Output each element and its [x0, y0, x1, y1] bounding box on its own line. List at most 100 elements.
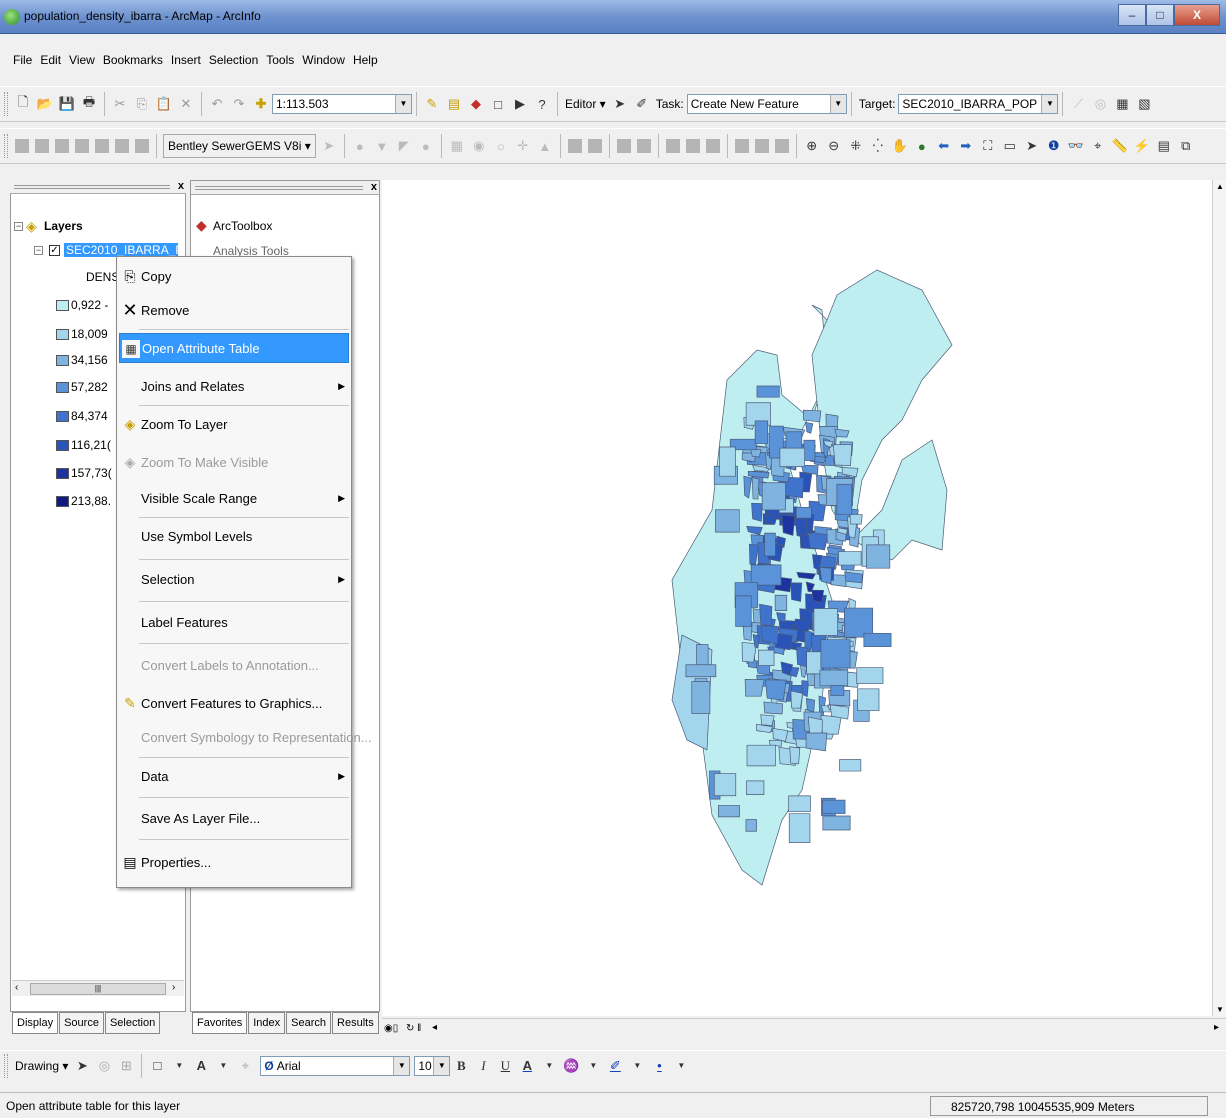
ctx-use-symbol-levels[interactable]: Use Symbol Levels [119, 521, 349, 551]
tab-selection[interactable]: Selection [104, 1012, 161, 1034]
rotate-tool-icon[interactable]: ◎ [1091, 95, 1109, 113]
font-size-dropdown[interactable]: 10 ▼ [414, 1055, 451, 1076]
map-scale-dropdown[interactable]: 1:113.503 ▼ [272, 94, 412, 114]
rotate-icon[interactable]: ◎ [95, 1057, 113, 1075]
forward-extent-icon[interactable]: ➡ [957, 137, 975, 155]
manhole-tool-icon[interactable]: ◉ [470, 137, 488, 155]
sewer-tool-icon[interactable] [115, 139, 129, 153]
sewer-tool-icon[interactable] [135, 139, 149, 153]
menu-tools[interactable]: Tools [263, 53, 297, 67]
grid-tool-icon[interactable]: ▦ [448, 137, 466, 155]
triangle-tool-icon[interactable]: ▲ [536, 137, 554, 155]
layers-collapse-toggle[interactable]: − [14, 222, 23, 231]
toc-horizontal-scrollbar[interactable]: ‹ ||| › [12, 980, 184, 996]
sewer-tool-icon[interactable] [774, 139, 789, 153]
scroll-right-icon[interactable]: › [172, 982, 175, 993]
create-viewer-window-icon[interactable]: ⧉ [1177, 137, 1195, 155]
tab-source[interactable]: Source [59, 1012, 104, 1034]
copy-icon[interactable]: ⎘ [133, 95, 151, 113]
ctx-copy[interactable]: ⎘ Copy [119, 261, 349, 291]
whats-this-icon[interactable]: ? [533, 95, 551, 113]
fixed-zoom-out-icon[interactable]: ⁛ [869, 137, 887, 155]
identify-icon[interactable]: ❶ [1045, 137, 1063, 155]
delete-icon[interactable]: ✕ [177, 95, 195, 113]
underline-button[interactable]: U [496, 1057, 514, 1075]
menu-selection[interactable]: Selection [206, 53, 261, 67]
html-popup-icon[interactable]: ▤ [1155, 137, 1173, 155]
ctx-zoom-to-make-visible[interactable]: ◈ Zoom To Make Visible [119, 447, 349, 477]
toolbar-grip[interactable] [4, 92, 8, 116]
back-extent-icon[interactable]: ⬅ [935, 137, 953, 155]
menu-insert[interactable]: Insert [168, 53, 204, 67]
ctx-zoom-to-layer[interactable]: ◈ Zoom To Layer [119, 409, 349, 439]
tab-results[interactable]: Results [332, 1012, 379, 1034]
junction-tool-icon[interactable]: ● [417, 137, 435, 155]
chevron-down-icon[interactable]: ▼ [584, 1057, 602, 1075]
arccatalog-icon[interactable]: ▤ [445, 95, 463, 113]
chevron-down-icon[interactable]: ▼ [170, 1057, 188, 1075]
ctx-remove[interactable]: ✕ Remove [119, 295, 349, 325]
ctx-convert-labels[interactable]: Convert Labels to Annotation... [119, 650, 349, 680]
sewer-tool-icon[interactable] [75, 139, 89, 153]
sewer-tool-icon[interactable] [616, 139, 631, 153]
refresh-icon[interactable]: ↻ ‖ [406, 1023, 421, 1034]
tab-display[interactable]: Display [12, 1012, 59, 1034]
menu-view[interactable]: View [66, 53, 98, 67]
new-document-icon[interactable]: 🗋 [14, 94, 32, 113]
text-tool-icon[interactable]: A [192, 1057, 210, 1075]
sewer-tool-icon[interactable] [685, 139, 700, 153]
marker-color-icon[interactable]: • [650, 1057, 668, 1075]
open-folder-icon[interactable]: 📂 [36, 95, 54, 113]
font-color-button[interactable]: A [518, 1057, 536, 1075]
ctx-open-attribute-table[interactable]: ▦ Open Attribute Table [119, 333, 349, 363]
sewer-tool-icon[interactable] [705, 139, 720, 153]
tab-index[interactable]: Index [248, 1012, 286, 1034]
map-display[interactable] [382, 180, 1212, 1016]
sewergems-menu[interactable]: Bentley SewerGEMS V8i ▾ [163, 134, 316, 158]
ctx-properties[interactable]: ▤ Properties... [119, 847, 349, 877]
toc-close-icon[interactable]: x [178, 180, 184, 192]
tab-favorites[interactable]: Favorites [192, 1012, 248, 1034]
maximize-button[interactable]: □ [1146, 4, 1174, 26]
cut-icon[interactable]: ✂ [111, 95, 129, 113]
menu-edit[interactable]: Edit [37, 53, 64, 67]
full-extent-globe-icon[interactable]: ● [913, 137, 931, 155]
sewer-tool-icon[interactable] [636, 139, 651, 153]
measure-icon[interactable]: 📏 [1111, 137, 1129, 155]
ctx-visible-scale-range[interactable]: Visible Scale Range ▶ [119, 483, 349, 513]
circle-tool-icon[interactable]: ○ [492, 137, 510, 155]
zoom-in-icon[interactable]: ⊕ [803, 137, 821, 155]
chevron-down-icon[interactable]: ▼ [540, 1057, 558, 1075]
menu-bookmarks[interactable]: Bookmarks [100, 53, 166, 67]
scroll-left-icon[interactable]: ◂ [432, 1022, 437, 1033]
zoom-whole-page-icon[interactable]: ⊞ [117, 1057, 135, 1075]
sewer-tool-icon[interactable] [35, 139, 49, 153]
sewer-tool-icon[interactable] [665, 139, 680, 153]
tab-search[interactable]: Search [286, 1012, 332, 1034]
pipe-tool-icon[interactable]: ▼ [373, 137, 391, 155]
zoom-out-icon[interactable]: ⊖ [825, 137, 843, 155]
ctx-selection[interactable]: Selection ▶ [119, 564, 349, 594]
find-binoculars-icon[interactable]: 👓 [1067, 137, 1085, 155]
toolbox-close-icon[interactable]: x [371, 181, 377, 193]
clear-selection-icon[interactable]: ▭ [1001, 137, 1019, 155]
select-elements-icon[interactable]: ➤ [73, 1057, 91, 1075]
editor-menu[interactable]: Editor ▾ [565, 97, 606, 111]
scroll-left-icon[interactable]: ‹ [15, 982, 18, 993]
toc-layer-sec2010[interactable]: SEC2010_IBARRA_POP [64, 243, 178, 257]
select-elements-icon[interactable]: ➤ [1023, 137, 1041, 155]
pan-hand-icon[interactable]: ✋ [891, 137, 909, 155]
go-to-xy-icon[interactable]: ⌖ [1089, 137, 1107, 155]
editor-toolbar-icon[interactable]: ✎ [423, 95, 441, 113]
add-data-icon[interactable]: ✚ [252, 95, 270, 113]
ctx-save-as-layer-file[interactable]: Save As Layer File... [119, 803, 349, 833]
layer-visibility-checkbox[interactable]: ✓ [49, 245, 60, 256]
edit-tool-icon[interactable]: ➤ [611, 95, 629, 113]
undo-icon[interactable]: ↶ [208, 95, 226, 113]
drawing-menu[interactable]: Drawing ▾ [15, 1059, 68, 1073]
minimize-button[interactable]: – [1118, 4, 1146, 26]
menu-help[interactable]: Help [350, 53, 381, 67]
ctx-convert-features[interactable]: ✎ Convert Features to Graphics... [119, 688, 349, 718]
menu-window[interactable]: Window [299, 53, 348, 67]
sewer-tool-icon[interactable] [95, 139, 109, 153]
